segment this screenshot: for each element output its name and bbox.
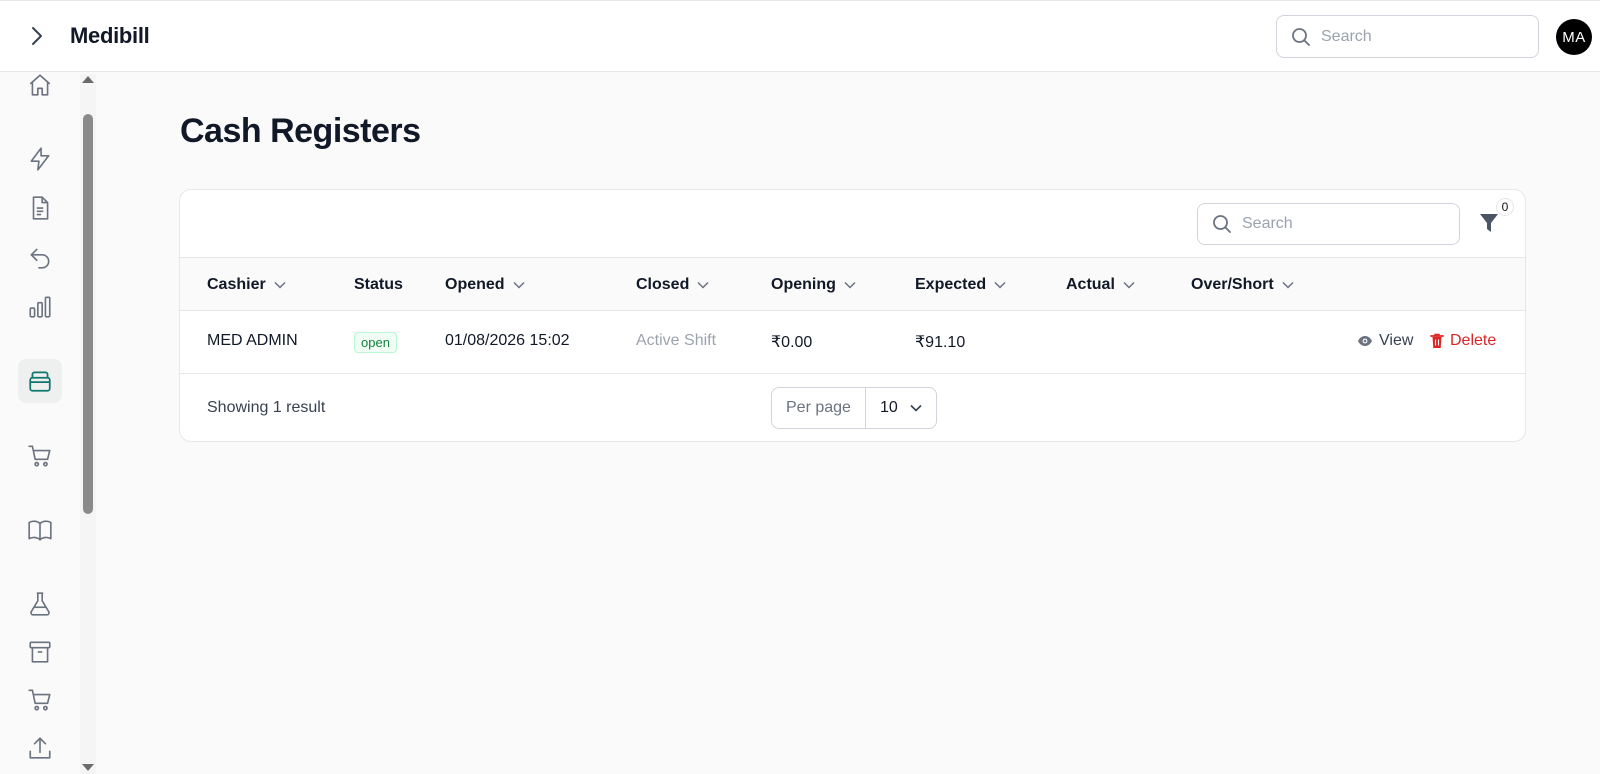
avatar[interactable]: MA: [1556, 19, 1592, 55]
column-label: Opening: [771, 276, 836, 293]
sidebar-item-cash-registers[interactable]: [18, 359, 62, 403]
column-header-closed[interactable]: Closed: [636, 276, 709, 294]
archive-icon: [29, 641, 51, 663]
column-label: Expected: [915, 276, 987, 293]
column-label: Closed: [636, 276, 690, 293]
filter-count-badge: 0: [1496, 198, 1514, 216]
column-label: Status: [354, 276, 403, 293]
eye-icon: [1358, 336, 1372, 346]
search-icon: [1213, 215, 1231, 233]
results-count: Showing 1 result: [207, 399, 326, 416]
chevron-down-icon: [274, 281, 286, 289]
sidebar-item-quick[interactable]: [18, 137, 62, 181]
sidebar-item-lab[interactable]: [18, 582, 62, 626]
sidebar-item-invoices[interactable]: [18, 186, 62, 230]
page-title: Cash Registers: [180, 112, 421, 150]
scroll-up-arrow-icon[interactable]: [82, 76, 94, 83]
column-header-opened[interactable]: Opened: [445, 276, 525, 294]
cart-icon: [28, 445, 51, 467]
column-label: Cashier: [207, 276, 266, 293]
cash-register-icon: [29, 371, 51, 392]
sidebar-item-returns[interactable]: [18, 235, 62, 279]
sidebar-item-purchases[interactable]: [18, 434, 62, 478]
chevron-down-icon: [513, 281, 525, 289]
column-label: Over/Short: [1191, 276, 1274, 293]
trash-icon: [1430, 333, 1444, 348]
chevron-right-icon: [32, 27, 42, 45]
view-label: View: [1379, 332, 1414, 349]
flask-icon: [30, 592, 50, 616]
sidebar: [0, 72, 96, 774]
app-brand[interactable]: Medibill: [70, 23, 150, 49]
column-header-actual[interactable]: Actual: [1066, 276, 1135, 294]
bar-chart-icon: [29, 296, 51, 318]
table-header: Cashier Status Opened Closed Opening Exp…: [180, 257, 1525, 311]
sidebar-item-export[interactable]: [18, 726, 62, 770]
table-search[interactable]: [1197, 203, 1460, 245]
column-header-expected[interactable]: Expected: [915, 276, 1006, 294]
sidebar-item-sales[interactable]: [18, 678, 62, 722]
book-icon: [28, 520, 52, 541]
cell-cashier: MED ADMIN: [207, 332, 298, 349]
status-badge: open: [354, 332, 397, 353]
delete-button[interactable]: Delete: [1430, 332, 1496, 350]
chevron-down-icon: [994, 281, 1006, 289]
table-search-input[interactable]: [1242, 215, 1432, 233]
upload-icon: [29, 737, 51, 759]
sidebar-item-home[interactable]: [18, 63, 62, 107]
home-icon: [29, 74, 51, 96]
global-search-input[interactable]: [1321, 27, 1511, 46]
cell-expected: ₹91.10: [915, 334, 966, 351]
delete-label: Delete: [1450, 332, 1497, 349]
filter-button[interactable]: [1476, 210, 1502, 236]
column-header-cashier[interactable]: Cashier: [207, 276, 286, 294]
column-label: Actual: [1066, 276, 1115, 293]
table-row: MED ADMIN open 01/08/2026 15:02 Active S…: [180, 311, 1525, 374]
per-page-select[interactable]: Per page 10: [771, 387, 937, 429]
scroll-down-arrow-icon[interactable]: [82, 764, 94, 771]
column-label: Opened: [445, 276, 505, 293]
per-page-dropdown[interactable]: 10: [866, 388, 936, 428]
document-icon: [32, 196, 49, 220]
chevron-down-icon: [697, 281, 709, 289]
cash-registers-card: 0 Cashier Status Opened Closed Opening E…: [179, 189, 1526, 442]
cell-opening: ₹0.00: [771, 334, 813, 351]
column-header-over-short[interactable]: Over/Short: [1191, 276, 1294, 294]
chevron-down-icon: [844, 281, 856, 289]
chevron-down-icon: [1282, 281, 1294, 289]
search-icon: [1292, 27, 1310, 46]
column-header-opening[interactable]: Opening: [771, 276, 856, 294]
top-bar: Medibill MA: [0, 0, 1600, 72]
column-header-status: Status: [354, 276, 403, 294]
filter-icon: [1480, 214, 1498, 232]
sidebar-item-inventory[interactable]: [18, 630, 62, 674]
per-page-value: 10: [879, 399, 898, 416]
chevron-down-icon: [1123, 281, 1135, 289]
view-button[interactable]: View: [1357, 332, 1413, 350]
global-search[interactable]: [1276, 15, 1539, 58]
sidebar-item-reports[interactable]: [18, 285, 62, 329]
sidebar-toggle-button[interactable]: [24, 23, 50, 49]
per-page-label: Per page: [772, 388, 866, 428]
return-icon: [30, 248, 50, 269]
cell-opened: 01/08/2026 15:02: [445, 332, 570, 349]
cell-closed: Active Shift: [636, 332, 717, 349]
cart-icon: [28, 689, 51, 711]
sidebar-scroll-thumb[interactable]: [83, 114, 93, 514]
chevron-down-icon: [910, 404, 922, 412]
sidebar-item-ledger[interactable]: [18, 508, 62, 552]
lightning-icon: [30, 147, 50, 171]
